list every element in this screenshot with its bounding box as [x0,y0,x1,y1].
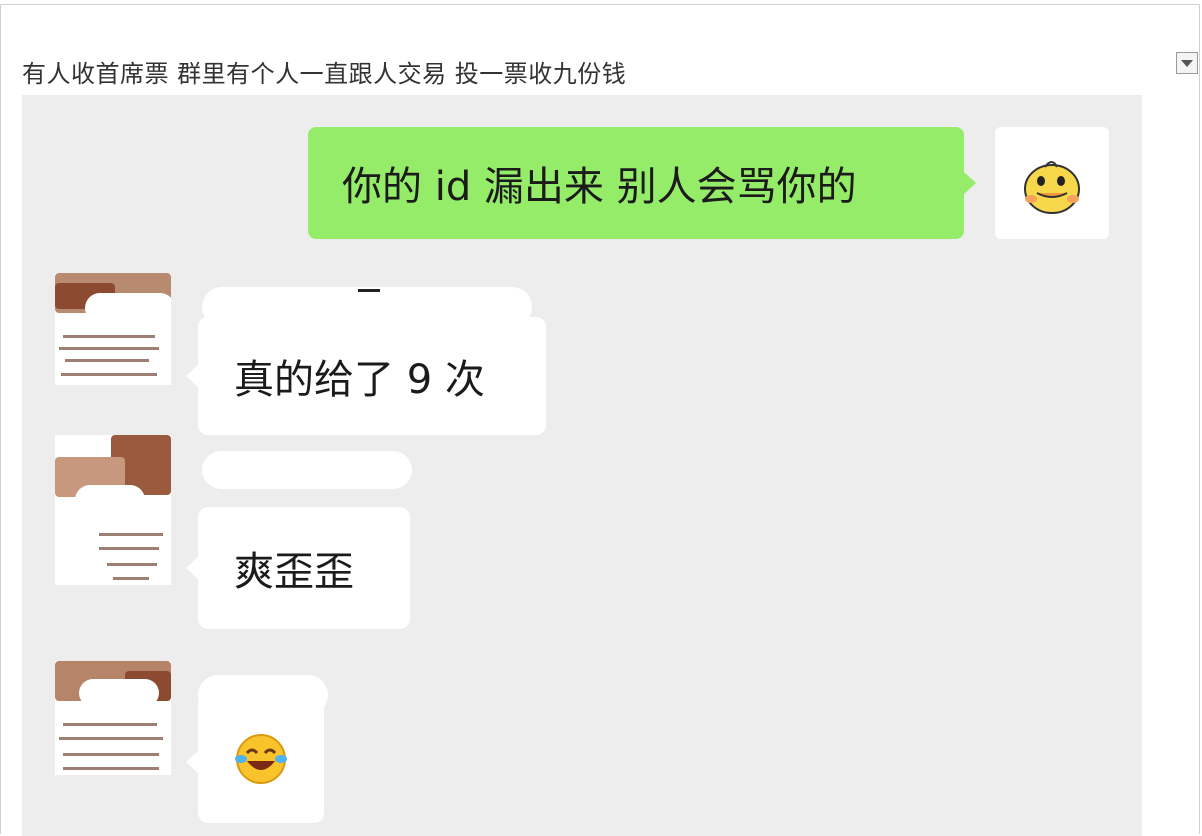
name-fragment [358,289,380,292]
post-caption: 有人收首席票 群里有个人一直跟人交易 投一票收九份钱 [22,60,627,88]
message-bubble-outgoing: 你的 id 漏出来 别人会骂你的 [308,127,964,239]
bubble-tail [186,365,198,387]
message-text: 真的给了 9 次 [234,357,485,403]
message-bubble-incoming: 真的给了 9 次 [198,317,546,435]
message-text: 你的 id 漏出来 别人会骂你的 [342,164,857,210]
expand-dropdown-button[interactable] [1176,52,1198,74]
duck-sticker-icon [1024,161,1080,214]
message-bubble-incoming: 爽歪歪 [198,507,410,629]
bubble-tail [964,172,976,194]
message-text: 爽歪歪 [234,549,354,595]
chevron-down-icon [1181,59,1193,67]
self-avatar [995,127,1109,239]
name-redaction [202,451,412,489]
chat-screenshot: 你的 id 漏出来 别人会骂你的 真的给了 9 次 爽歪歪 [22,95,1142,836]
message-bubble-incoming [198,695,324,823]
sender-avatar [55,661,171,775]
laughing-crying-emoji-icon [235,734,287,784]
sender-avatar [55,273,171,385]
sender-avatar [55,435,171,585]
bubble-tail [186,557,198,579]
bubble-tail [186,751,198,773]
